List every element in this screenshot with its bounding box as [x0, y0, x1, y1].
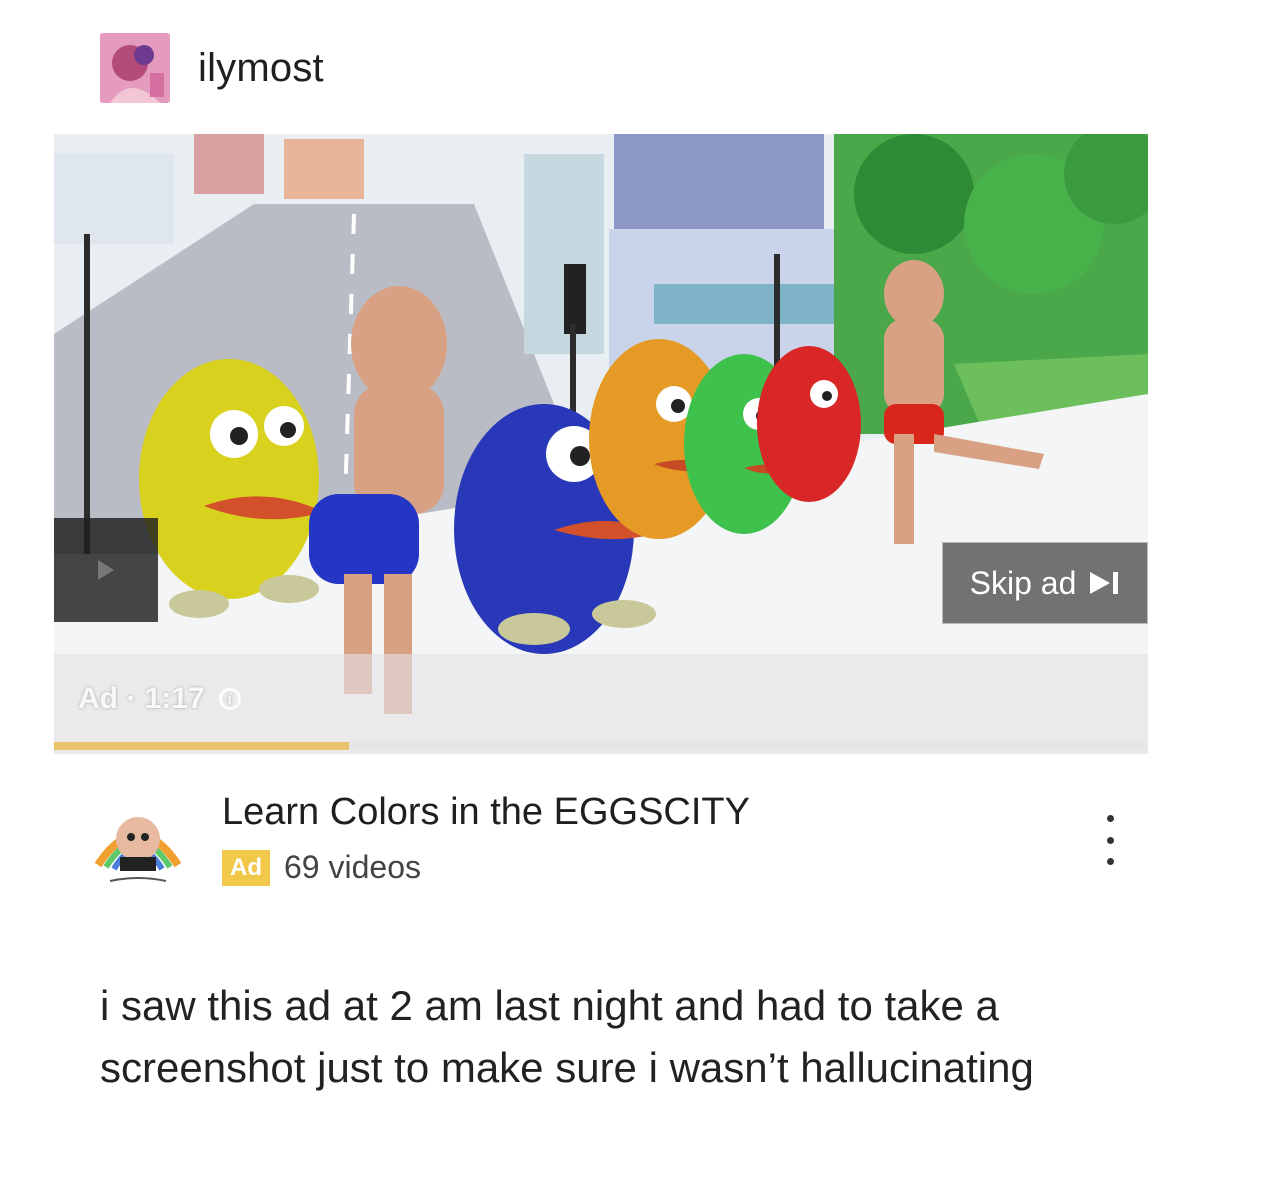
channel-row: Learn Colors in the EGGSCITY Ad 69 video…: [80, 785, 1160, 905]
previous-button[interactable]: [54, 518, 158, 622]
post-caption: i saw this ad at 2 am last night and had…: [100, 982, 1034, 1091]
ad-badge: Ad: [222, 849, 270, 886]
info-icon[interactable]: i: [218, 688, 241, 710]
more-vertical-icon[interactable]: [1100, 815, 1120, 865]
post-header: ilymost: [100, 32, 324, 104]
ad-time-text: Ad · 1:17: [78, 682, 205, 715]
video-player[interactable]: Skip ad Ad · 1:17 i: [54, 134, 1148, 754]
video-count: 69 videos: [284, 849, 421, 885]
skip-next-icon: [1090, 572, 1119, 594]
channel-title[interactable]: Learn Colors in the EGGSCITY: [222, 791, 750, 834]
progress-bar[interactable]: [54, 742, 1148, 750]
skip-ad-button[interactable]: Skip ad: [942, 542, 1148, 624]
play-arrow-icon: [98, 560, 114, 580]
username[interactable]: ilymost: [198, 46, 324, 91]
channel-meta: Ad 69 videos: [222, 849, 421, 886]
progress-fill: [54, 742, 350, 750]
skip-ad-label: Skip ad: [969, 564, 1077, 601]
user-avatar[interactable]: [100, 33, 170, 103]
ad-time-indicator: Ad · 1:17 i: [78, 682, 241, 716]
channel-avatar[interactable]: [90, 795, 186, 891]
video-frame: [54, 134, 1148, 754]
